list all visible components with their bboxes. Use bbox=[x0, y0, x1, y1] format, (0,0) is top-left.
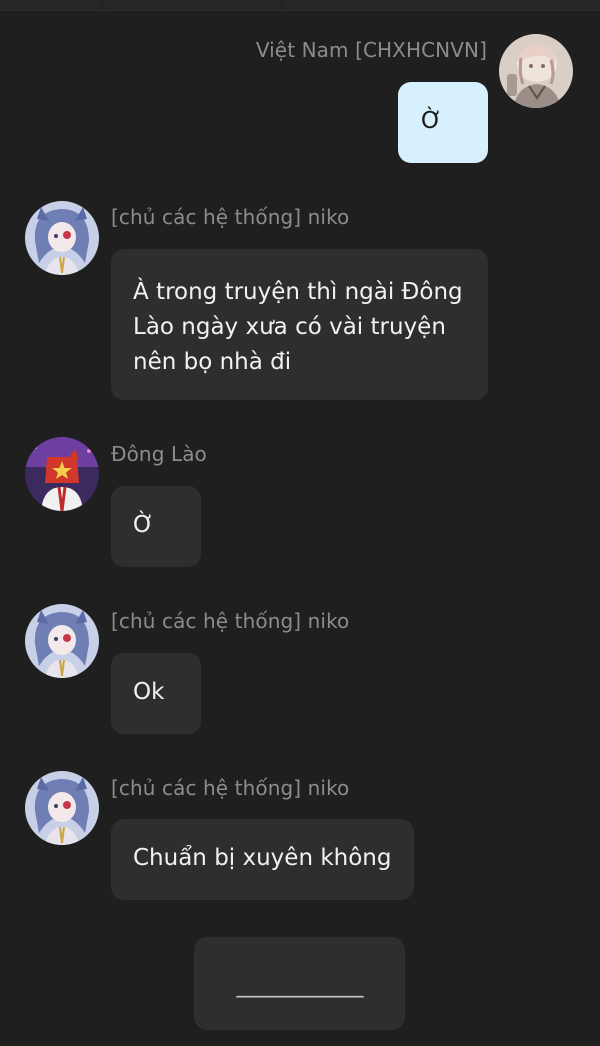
sender-name: [chủ các hệ thống] niko bbox=[111, 776, 350, 800]
message-bubble[interactable]: Ờ bbox=[398, 82, 488, 163]
vietnam-avatar-icon[interactable] bbox=[499, 34, 573, 108]
message-bubble[interactable]: À trong truyện thì ngài Đông Lào ngày xư… bbox=[111, 249, 488, 400]
sender-name: [chủ các hệ thống] niko bbox=[111, 205, 350, 229]
top-bar bbox=[0, 0, 600, 11]
sender-name: Đông Lào bbox=[111, 442, 207, 466]
sender-name: [chủ các hệ thống] niko bbox=[111, 609, 350, 633]
chat-screen: Việt Nam [CHXHCNVN] Ờ [chủ các hệ thống]… bbox=[0, 0, 600, 1046]
niko-avatar-icon[interactable] bbox=[25, 201, 99, 275]
dong-lao-avatar-icon[interactable] bbox=[25, 437, 99, 511]
top-bar-segment bbox=[285, 0, 600, 10]
separator-box: ____________ bbox=[194, 937, 405, 1030]
top-bar-segment bbox=[105, 0, 280, 10]
niko-avatar-icon[interactable] bbox=[25, 604, 99, 678]
top-bar-segment bbox=[0, 0, 100, 10]
message-bubble[interactable]: Chuẩn bị xuyên không bbox=[111, 819, 414, 900]
message-bubble[interactable]: Ok bbox=[111, 653, 201, 734]
niko-avatar-icon[interactable] bbox=[25, 771, 99, 845]
sender-name: Việt Nam [CHXHCNVN] bbox=[255, 38, 487, 62]
message-bubble[interactable]: Ờ bbox=[111, 486, 201, 567]
